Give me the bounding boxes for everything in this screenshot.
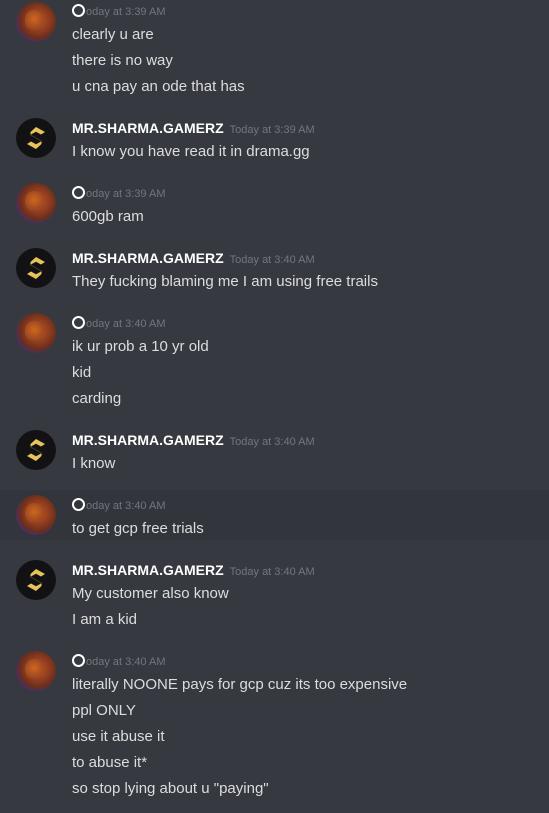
message-line: so stop lying about u "paying"	[72, 780, 269, 797]
message-header: oday at 3:39 AM	[72, 182, 539, 204]
message-group: oday at 3:40 AM to get gcp free trials	[0, 490, 549, 540]
username[interactable]: MR.SHARMA.GAMERZ	[72, 562, 224, 578]
message-line: ik ur prob a 10 yr old	[72, 338, 209, 355]
message-line: 600gb ram	[72, 208, 144, 225]
message-line: use it abuse it	[72, 728, 165, 745]
sharma-logo-icon	[27, 127, 45, 149]
hidden-username-icon	[72, 654, 85, 667]
message-header: oday at 3:40 AM	[72, 494, 539, 516]
timestamp: oday at 3:39 AM	[86, 6, 166, 18]
sharma-avatar[interactable]	[16, 560, 56, 600]
sharma-avatar[interactable]	[16, 430, 56, 470]
message-line: u cna pay an ode that has	[72, 78, 245, 95]
message-line: I know you have read it in drama.gg	[72, 143, 310, 160]
timestamp: oday at 3:40 AM	[86, 318, 166, 330]
user-avatar[interactable]	[16, 495, 56, 535]
message-header: MR.SHARMA.GAMERZ Today at 3:40 AM	[72, 559, 539, 581]
timestamp: Today at 3:40 AM	[229, 254, 315, 266]
message-line: They fucking blaming me I am using free …	[72, 273, 378, 290]
message-line: to abuse it*	[72, 754, 148, 771]
timestamp: oday at 3:40 AM	[86, 500, 166, 512]
username[interactable]: MR.SHARMA.GAMERZ	[72, 250, 224, 266]
timestamp: oday at 3:39 AM	[86, 188, 166, 200]
hidden-username-icon	[72, 498, 85, 511]
message-group: oday at 3:40 AM ik ur prob a 10 yr old k…	[0, 312, 549, 412]
sharma-logo-icon	[27, 439, 45, 461]
hidden-username-icon	[72, 4, 85, 17]
message-header: MR.SHARMA.GAMERZ Today at 3:39 AM	[72, 117, 539, 139]
message-header: oday at 3:40 AM	[72, 312, 539, 334]
timestamp: oday at 3:40 AM	[86, 656, 166, 668]
message-header: MR.SHARMA.GAMERZ Today at 3:40 AM	[72, 247, 539, 269]
sharma-logo-icon	[27, 257, 45, 279]
message-header: oday at 3:40 AM	[72, 650, 539, 672]
sharma-logo-icon	[27, 569, 45, 591]
message-line: kid	[72, 364, 92, 381]
message-line: My customer also know	[72, 585, 229, 602]
username[interactable]: MR.SHARMA.GAMERZ	[72, 432, 224, 448]
message-group: oday at 3:39 AM 600gb ram	[0, 182, 549, 232]
message-group: oday at 3:39 AM clearly u are there is n…	[0, 0, 549, 100]
user-avatar[interactable]	[16, 2, 56, 42]
message-line: to get gcp free trials	[72, 520, 204, 537]
message-line: ppl ONLY	[72, 702, 136, 719]
sharma-avatar[interactable]	[16, 248, 56, 288]
message-group: MR.SHARMA.GAMERZ Today at 3:40 AM My cust…	[0, 559, 549, 635]
message-group: oday at 3:40 AM literally NOONE pays for…	[0, 650, 549, 805]
message-group: MR.SHARMA.GAMERZ Today at 3:39 AM I know …	[0, 117, 549, 167]
message-line: there is no way	[72, 52, 173, 69]
user-avatar[interactable]	[16, 183, 56, 223]
message-line: literally NOONE pays for gcp cuz its too…	[72, 676, 408, 693]
user-avatar[interactable]	[16, 651, 56, 691]
message-header: MR.SHARMA.GAMERZ Today at 3:40 AM	[72, 429, 539, 451]
user-avatar[interactable]	[16, 313, 56, 353]
message-line: I am a kid	[72, 611, 138, 628]
message-line: clearly u are	[72, 26, 154, 43]
username[interactable]: MR.SHARMA.GAMERZ	[72, 120, 224, 136]
message-header: oday at 3:39 AM	[72, 0, 539, 22]
timestamp: Today at 3:40 AM	[229, 436, 315, 448]
message-line: carding	[72, 390, 122, 407]
timestamp: Today at 3:40 AM	[229, 566, 315, 578]
hidden-username-icon	[72, 316, 85, 329]
timestamp: Today at 3:39 AM	[229, 124, 315, 136]
sharma-avatar[interactable]	[16, 118, 56, 158]
hidden-username-icon	[72, 186, 85, 199]
message-line: I know	[72, 455, 116, 472]
message-group: MR.SHARMA.GAMERZ Today at 3:40 AM I know	[0, 429, 549, 479]
message-group: MR.SHARMA.GAMERZ Today at 3:40 AM They fu…	[0, 247, 549, 297]
